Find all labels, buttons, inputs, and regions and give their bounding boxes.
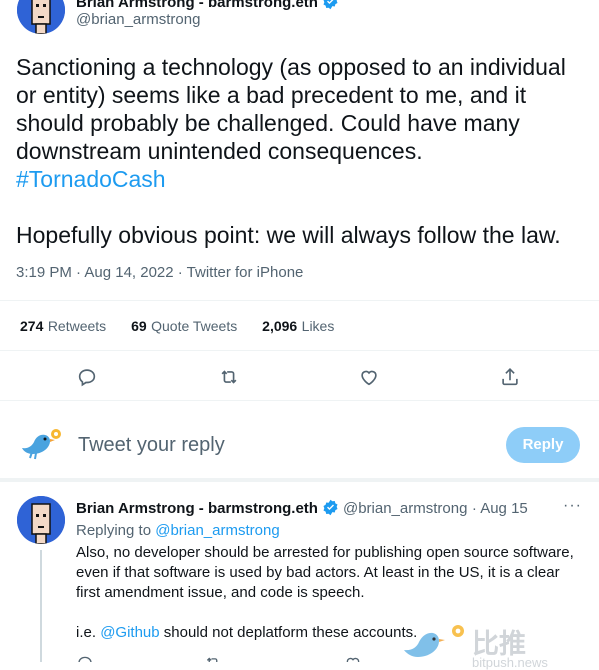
tweet-text: Sanctioning a technology (as opposed to …	[16, 53, 591, 249]
like-icon[interactable]	[344, 654, 362, 662]
divider	[0, 400, 599, 401]
reply-text-line: Also, no developer should be arrested fo…	[76, 544, 574, 561]
quotes-stat[interactable]: 69 Quote Tweets	[131, 318, 242, 335]
reply-text-line: first amendment issue, and code is speec…	[76, 584, 365, 601]
author-handle[interactable]: @brian_armstrong	[76, 11, 200, 28]
author-avatar[interactable]	[17, 0, 65, 34]
reply-date[interactable]: · Aug 15	[472, 500, 528, 517]
watermark: 比推 bitpush.news	[402, 622, 592, 670]
replying-to-handle[interactable]: @brian_armstrong	[155, 522, 279, 539]
reply-button[interactable]: Reply	[506, 427, 580, 463]
author-name-text[interactable]: Brian Armstrong - barmstrong.eth	[76, 0, 318, 11]
reply-icon	[78, 369, 96, 387]
like-icon	[361, 370, 377, 386]
watermark-subtext: bitpush.news	[472, 655, 548, 670]
verified-badge-icon	[323, 0, 338, 10]
reply-header: Brian Armstrong - barmstrong.eth @brian_a…	[76, 499, 528, 518]
reply-text-suffix: should not deplatform these accounts.	[163, 624, 418, 641]
retweets-label: Retweets	[47, 318, 107, 334]
reply-author-avatar[interactable]	[17, 496, 65, 544]
likes-label: Likes	[301, 318, 335, 334]
reply-text-line: even if that software is used by bad act…	[76, 564, 560, 581]
tweet-text-line: downstream unintended consequences.	[16, 138, 423, 164]
reply-text-prefix: i.e.	[76, 624, 97, 641]
author-name[interactable]: Brian Armstrong - barmstrong.eth	[76, 0, 343, 11]
tweet-text-line: or entity) seems like a bad precedent to…	[16, 82, 527, 108]
retweet-action-button[interactable]	[218, 366, 240, 393]
replying-to-label: Replying to	[76, 522, 152, 539]
verified-badge-icon	[323, 499, 338, 516]
github-mention[interactable]: @Github	[100, 624, 159, 641]
bird-logo-icon	[404, 625, 464, 657]
retweet-icon	[221, 370, 237, 384]
quotes-label: Quote Tweets	[151, 318, 238, 334]
likes-count: 2,096	[262, 318, 298, 334]
hashtag-link[interactable]: #TornadoCash	[16, 165, 591, 193]
bird-avatar-icon	[22, 429, 61, 460]
reply-author-handle[interactable]: @brian_armstrong	[343, 500, 467, 517]
tweet-text-line: should probably be challenged. Could hav…	[16, 110, 520, 136]
tweet-stats: 274 Retweets 69 Quote Tweets 2,096 Likes	[20, 318, 334, 336]
divider	[0, 350, 599, 351]
retweet-icon[interactable]	[204, 654, 222, 662]
retweets-count: 274	[20, 318, 44, 334]
reply-icon[interactable]	[76, 654, 94, 662]
reply-action-button[interactable]	[76, 366, 98, 393]
replying-to: Replying to @brian_armstrong	[76, 522, 280, 539]
tweet-timestamp[interactable]: 3:19 PM · Aug 14, 2022 · Twitter for iPh…	[16, 264, 303, 281]
share-icon	[502, 368, 518, 386]
quotes-count: 69	[131, 318, 147, 334]
thread-line	[40, 550, 42, 662]
likes-stat[interactable]: 2,096 Likes	[262, 318, 334, 335]
like-action-button[interactable]	[358, 366, 380, 393]
divider	[0, 300, 599, 301]
tweet-text-line: Hopefully obvious point: we will always …	[16, 222, 561, 248]
section-separator	[0, 478, 599, 482]
share-action-button[interactable]	[499, 366, 521, 393]
composer-avatar[interactable]	[18, 426, 64, 465]
retweets-stat[interactable]: 274 Retweets	[20, 318, 111, 335]
reply-author-name[interactable]: Brian Armstrong - barmstrong.eth	[76, 500, 318, 517]
reply-input[interactable]: Tweet your reply	[78, 434, 225, 457]
tweet-text-line: Sanctioning a technology (as opposed to …	[16, 54, 566, 80]
more-options-button[interactable]: ···	[563, 497, 582, 515]
